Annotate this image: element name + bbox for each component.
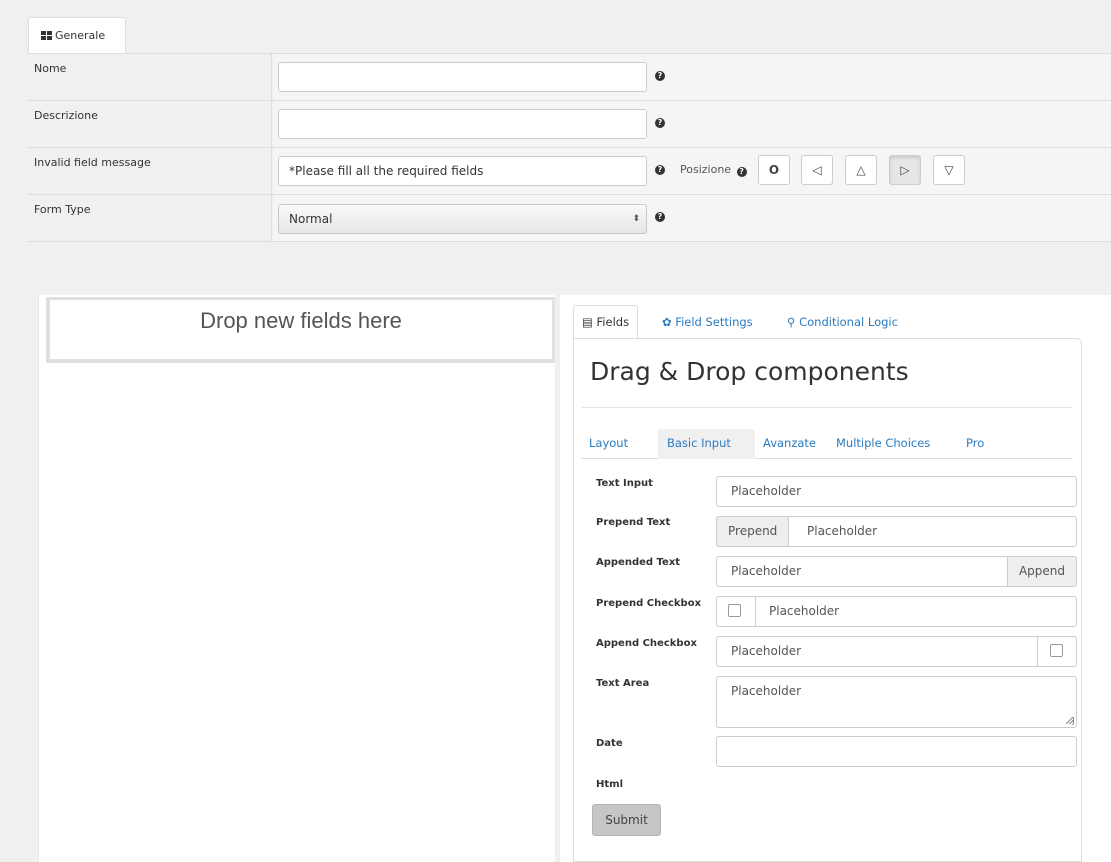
position-left-button[interactable]: ◁ — [801, 155, 833, 185]
help-icon[interactable]: ? — [655, 165, 665, 175]
help-icon[interactable]: ? — [655, 212, 665, 222]
text-area-component[interactable]: Placeholder — [716, 676, 1077, 728]
tab-pro[interactable]: Pro — [966, 429, 984, 459]
help-icon[interactable]: ? — [655, 71, 665, 81]
tab-basic-input[interactable]: Basic Input — [658, 429, 755, 459]
prepend-text-placeholder: Placeholder — [807, 524, 878, 538]
settings-label-descrizione: Descrizione — [28, 101, 272, 147]
date-label: Date — [596, 738, 623, 749]
prepend-text-component[interactable]: Prepend Placeholder — [716, 516, 1077, 547]
help-icon[interactable]: ? — [736, 167, 747, 177]
drop-zone[interactable]: Drop new fields here — [46, 297, 556, 363]
settings-row-nome: Nome ? — [28, 54, 1111, 101]
html-label: Html — [596, 779, 623, 790]
position-right-button[interactable]: ▷ — [889, 155, 921, 185]
point-right-icon: ▷ — [900, 163, 910, 177]
position-bottom-button[interactable]: ▽ — [933, 155, 965, 185]
link-icon: ⚲ — [787, 315, 796, 329]
builder-divider — [555, 295, 560, 862]
position-label: Posizione ? — [680, 163, 747, 177]
append-checkbox-label: Append Checkbox — [596, 638, 697, 649]
date-component[interactable] — [716, 736, 1077, 767]
tab-avanzate[interactable]: Avanzate — [763, 429, 816, 459]
prepend-checkbox-component[interactable]: Placeholder — [716, 596, 1077, 627]
tab-field-settings-label: Field Settings — [675, 315, 753, 329]
text-area-label: Text Area — [596, 678, 650, 689]
settings-row-form-type: Form Type Normal ⬍ ? — [28, 195, 1111, 242]
circle-outline-icon: O — [768, 163, 780, 177]
select-caret-icon: ⬍ — [632, 214, 640, 224]
settings-table: Nome ? Descrizione ? Invalid field messa… — [28, 53, 1111, 242]
point-up-icon: △ — [856, 163, 866, 177]
point-left-icon: ◁ — [812, 163, 822, 177]
settings-row-descrizione: Descrizione ? — [28, 101, 1111, 148]
grid-icon — [41, 31, 52, 40]
tab-fields[interactable]: ▤ Fields — [573, 305, 639, 339]
text-input-label: Text Input — [596, 478, 653, 489]
position-label-text: Posizione — [680, 163, 732, 176]
text-input-component[interactable]: Placeholder — [716, 476, 1077, 507]
settings-label-nome: Nome — [28, 54, 272, 100]
gear-icon: ✿ — [662, 315, 672, 329]
form-type-select[interactable]: Normal ⬍ — [278, 204, 647, 234]
tab-field-settings[interactable]: ✿ Field Settings — [662, 305, 753, 339]
tab-conditional-logic[interactable]: ⚲ Conditional Logic — [787, 305, 898, 339]
descrizione-input[interactable] — [278, 109, 647, 139]
help-icon[interactable]: ? — [655, 118, 665, 128]
append-checkbox-placeholder: Placeholder — [731, 644, 802, 658]
component-tabs: Layout Basic Input Avanzate Multiple Cho… — [581, 429, 1073, 459]
settings-label-form-type: Form Type — [28, 195, 272, 241]
form-builder: Drop new fields here ▤ Fields ✿ Field Se… — [38, 295, 1111, 862]
tab-generale[interactable]: Generale — [28, 17, 126, 54]
components-title: Drag & Drop components — [590, 357, 909, 386]
list-icon: ▤ — [582, 315, 593, 329]
submit-button[interactable]: Submit — [592, 804, 661, 836]
point-down-icon: ▽ — [944, 163, 954, 177]
invalid-message-input[interactable]: *Please fill all the required fields — [278, 156, 647, 186]
checkbox[interactable] — [1050, 644, 1063, 657]
prepend-checkbox-label: Prepend Checkbox — [596, 598, 702, 609]
resize-handle-icon[interactable] — [1066, 717, 1074, 725]
appended-text-label: Appended Text — [596, 557, 681, 568]
appended-text-placeholder: Placeholder — [731, 564, 802, 578]
settings-row-invalid-message: Invalid field message *Please fill all t… — [28, 148, 1111, 195]
append-checkbox-component[interactable]: Placeholder — [716, 636, 1077, 667]
tab-generale-label: Generale — [55, 29, 106, 42]
tab-conditional-logic-label: Conditional Logic — [799, 315, 898, 329]
form-type-value: Normal — [289, 212, 333, 226]
append-addon: Append — [1006, 556, 1077, 587]
prepend-addon: Prepend — [716, 516, 790, 547]
position-top-button[interactable]: △ — [845, 155, 877, 185]
text-area-placeholder: Placeholder — [731, 684, 802, 698]
tab-layout[interactable]: Layout — [589, 429, 628, 459]
checkbox[interactable] — [728, 604, 741, 617]
settings-label-invalid-message: Invalid field message — [28, 148, 272, 194]
tab-multiple-choices[interactable]: Multiple Choices — [836, 429, 930, 459]
tab-fields-label: Fields — [596, 315, 630, 329]
components-panel: Drag & Drop components Layout Basic Inpu… — [573, 338, 1082, 862]
builder-tabs: ▤ Fields ✿ Field Settings ⚲ Conditional … — [566, 305, 1086, 339]
appended-text-component[interactable]: Placeholder Append — [716, 556, 1077, 587]
prepend-text-label: Prepend Text — [596, 517, 671, 528]
prepend-checkbox-placeholder: Placeholder — [769, 604, 840, 618]
position-circle-button[interactable]: O — [758, 155, 790, 185]
nome-input[interactable] — [278, 62, 647, 92]
